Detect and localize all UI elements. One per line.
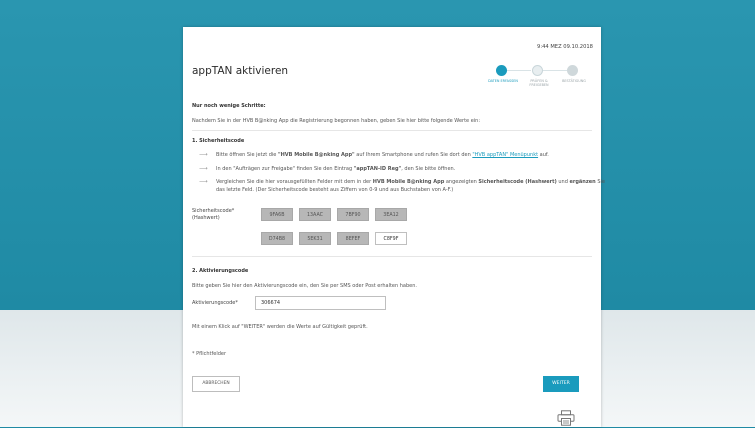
security-code-field-4: 3EA12 [375, 208, 407, 221]
security-code-last-input[interactable]: C8F9F [375, 232, 407, 245]
instruction-line-3b: das letzte Feld. (Der Sicherheitscode be… [216, 187, 454, 193]
instruction-text: auf Ihrem Smartphone und rufen Sie dort … [354, 152, 473, 158]
section2-text: Bitte geben Sie hier den Aktivierungscod… [192, 283, 417, 289]
page-title: appTAN aktivieren [192, 65, 289, 77]
step-1-label: DATEN ERFASSEN [488, 79, 518, 83]
instruction-line-2: In den "Aufträgen zur Freigabe" finden S… [216, 166, 455, 172]
instruction-text: und [556, 179, 570, 185]
required-note: * Pflichtfelder [192, 351, 227, 357]
printer-icon[interactable] [557, 410, 575, 426]
step-connector [506, 70, 531, 72]
arrow-right-icon: ⟶ [199, 178, 208, 185]
step-3-dot [567, 65, 578, 76]
apptan-menu-link[interactable]: "HVB appTAN" Menüpunkt [472, 152, 538, 158]
security-code-field-2: 13AAC [299, 208, 331, 221]
instruction-bold: ergänzen [569, 179, 596, 185]
instruction-text: , den Sie bitte öffnen. [401, 166, 456, 172]
instruction-bold: "appTAN-ID Reg" [353, 166, 402, 172]
step-2-dot [532, 65, 543, 76]
intro-heading: Nur noch wenige Schritte: [192, 103, 266, 109]
security-code-field-3: 7BF90 [337, 208, 369, 221]
security-code-field-1: 9FA6B [261, 208, 293, 221]
instruction-text: auf. [538, 152, 549, 158]
security-code-field-6: 5EK31 [299, 232, 331, 245]
instruction-text: angezeigten [444, 179, 479, 185]
security-code-field-5: D74B8 [261, 232, 293, 245]
instruction-text: Bitte öffnen Sie jetzt die [216, 152, 278, 158]
instruction-text: In den "Aufträgen zur Freigabe" finden S… [216, 166, 354, 172]
divider [192, 130, 592, 131]
timestamp: 9:44 MEZ 09.10.2018 [537, 44, 593, 50]
arrow-right-icon: ⟶ [199, 151, 208, 158]
intro-text: Nachdem Sie in der HVB B@nking App die R… [192, 118, 481, 124]
cancel-button[interactable]: ABBRECHEN [192, 376, 240, 392]
progress-steps: DATEN ERFASSEN PRÜFEN & FREIGEBEN BESTÄT… [488, 64, 595, 94]
security-code-sublabel: (Hashwert) [192, 215, 220, 221]
instruction-bold: "HVB Mobile B@nking App" [277, 152, 355, 158]
step-1-dot [496, 65, 507, 76]
instruction-line-1: Bitte öffnen Sie jetzt die "HVB Mobile B… [216, 152, 549, 158]
instruction-bold: Sicherheitscode (Hashwert) [478, 179, 557, 185]
validation-hint: Mit einem Klick auf "WEITER" werden die … [192, 324, 368, 330]
step-connector [542, 70, 567, 72]
security-code-field-7: 8EFEF [337, 232, 369, 245]
instruction-bold: HVB Mobile B@nking App [372, 179, 445, 185]
step-3-label: BESTÄTIGUNG [562, 79, 586, 83]
step-2-label: PRÜFEN & FREIGEBEN [529, 79, 549, 88]
next-button[interactable]: WEITER [543, 376, 579, 392]
instruction-line-3: Vergleichen Sie die hier vorausgefüllten… [216, 179, 605, 185]
section1-heading: 1. Sicherheitscode [192, 138, 245, 144]
instruction-text: Vergleichen Sie die hier vorausgefüllten… [216, 179, 373, 185]
instruction-text: Sie [595, 179, 605, 185]
divider [192, 256, 592, 257]
arrow-right-icon: ⟶ [199, 165, 208, 172]
security-code-label: Sicherheitscode* [192, 208, 235, 214]
activation-code-label: Aktivierungscode* [192, 300, 238, 306]
activation-code-input[interactable]: 306674 [255, 296, 386, 310]
section2-heading: 2. Aktivierungscode [192, 268, 249, 274]
main-card: 9:44 MEZ 09.10.2018 appTAN aktivieren DA… [183, 27, 605, 427]
